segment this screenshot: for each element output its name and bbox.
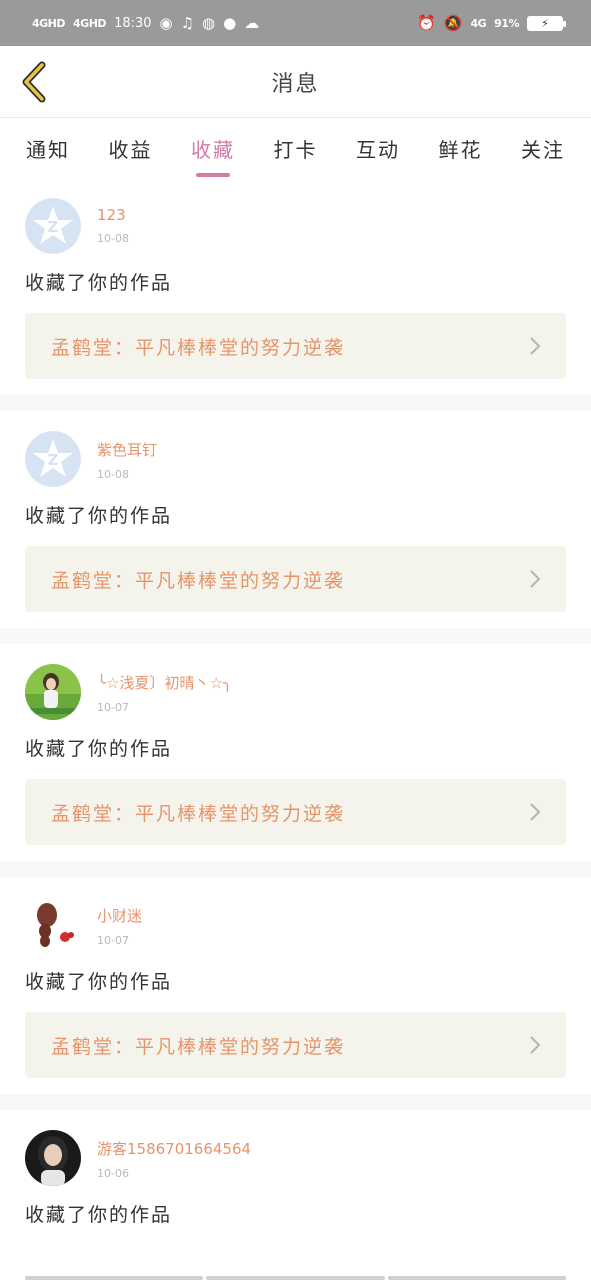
chevron-right-icon bbox=[530, 570, 541, 588]
braid-photo-avatar-icon bbox=[25, 897, 81, 953]
notification-item: Z 123 10-08 收藏了你的作品 孟鹤堂：平凡棒棒堂的努力逆袭 bbox=[0, 196, 591, 395]
network-4g-icon: 4G bbox=[470, 16, 487, 30]
tab-notice[interactable]: 通知 bbox=[26, 126, 70, 171]
bottom-work-box-edge bbox=[25, 1276, 566, 1280]
work-title: 孟鹤堂：平凡棒棒堂的努力逆袭 bbox=[51, 569, 346, 592]
username[interactable]: ╰☆浅夏〕初晴丶☆╮ bbox=[97, 672, 232, 693]
cloud-icon: ☁ bbox=[244, 14, 260, 32]
divider bbox=[0, 395, 591, 411]
action-text: 收藏了你的作品 bbox=[25, 505, 173, 527]
battery-icon: ⚡ bbox=[527, 15, 566, 31]
status-bar-left: 4GHD 4GHD 18:30 ◉ ♫ ◍ ● ☁ bbox=[32, 14, 259, 32]
action-text: 收藏了你的作品 bbox=[25, 971, 173, 993]
username[interactable]: 小财迷 bbox=[97, 905, 142, 926]
default-avatar-icon: Z bbox=[25, 198, 81, 254]
notification-item: Z 紫色耳钉 10-08 收藏了你的作品 孟鹤堂：平凡棒棒堂的努力逆袭 bbox=[0, 411, 591, 628]
date: 10-08 bbox=[97, 468, 129, 481]
svg-text:Z: Z bbox=[48, 218, 59, 236]
wechat-icon: ● bbox=[223, 14, 237, 32]
page-title: 消息 bbox=[271, 71, 320, 97]
work-title: 孟鹤堂：平凡棒棒堂的努力逆袭 bbox=[51, 802, 346, 825]
divider bbox=[0, 1094, 591, 1110]
signal-2: 4GHD bbox=[73, 16, 107, 30]
signal-1: 4GHD bbox=[32, 16, 66, 30]
weibo-icon: ◍ bbox=[202, 14, 216, 32]
notification-list: Z 123 10-08 收藏了你的作品 孟鹤堂：平凡棒棒堂的努力逆袭 Z 紫色耳… bbox=[0, 178, 591, 1243]
header: 消息 bbox=[0, 46, 591, 118]
status-bar-right: ⏰ 🔕 4G 91% ⚡ bbox=[417, 14, 566, 32]
music-icon: ♫ bbox=[180, 14, 195, 32]
chevron-right-icon bbox=[530, 1036, 541, 1054]
tab-flowers[interactable]: 鲜花 bbox=[439, 126, 483, 171]
default-avatar-icon: Z bbox=[25, 431, 81, 487]
work-link[interactable]: 孟鹤堂：平凡棒棒堂的努力逆袭 bbox=[25, 779, 566, 845]
hotspot-icon: ◉ bbox=[159, 14, 173, 32]
date: 10-06 bbox=[97, 1167, 129, 1180]
tab-following[interactable]: 关注 bbox=[521, 126, 565, 171]
clock: 18:30 bbox=[114, 15, 152, 31]
svg-text:Z: Z bbox=[48, 451, 59, 469]
work-link[interactable]: 孟鹤堂：平凡棒棒堂的努力逆袭 bbox=[25, 313, 566, 379]
username[interactable]: 游客1586701664564 bbox=[97, 1138, 251, 1159]
battery-percent: 91% bbox=[494, 16, 519, 30]
date: 10-08 bbox=[97, 232, 129, 245]
tab-earnings[interactable]: 收益 bbox=[109, 126, 153, 171]
notification-item: 小财迷 10-07 收藏了你的作品 孟鹤堂：平凡棒棒堂的努力逆袭 bbox=[0, 877, 591, 1094]
notification-item: 游客1586701664564 10-06 收藏了你的作品 bbox=[0, 1110, 591, 1243]
tab-checkin[interactable]: 打卡 bbox=[274, 126, 318, 171]
chevron-right-icon bbox=[530, 337, 541, 355]
tab-bar: 通知 收益 收藏 打卡 互动 鲜花 关注 bbox=[0, 118, 591, 178]
portrait-photo-avatar-icon bbox=[25, 1130, 81, 1186]
username[interactable]: 123 bbox=[97, 206, 129, 224]
date: 10-07 bbox=[97, 701, 129, 714]
avatar[interactable] bbox=[25, 897, 81, 953]
work-link[interactable]: 孟鹤堂：平凡棒棒堂的努力逆袭 bbox=[25, 546, 566, 612]
tab-interaction[interactable]: 互动 bbox=[356, 126, 400, 171]
date: 10-07 bbox=[97, 934, 129, 947]
girl-photo-avatar-icon bbox=[25, 664, 81, 720]
divider bbox=[0, 861, 591, 877]
mute-icon: 🔕 bbox=[443, 14, 463, 32]
work-title: 孟鹤堂：平凡棒棒堂的努力逆袭 bbox=[51, 1035, 346, 1058]
notification-item: ╰☆浅夏〕初晴丶☆╮ 10-07 收藏了你的作品 孟鹤堂：平凡棒棒堂的努力逆袭 bbox=[0, 644, 591, 861]
back-button[interactable] bbox=[14, 60, 54, 104]
edge-segment bbox=[25, 1276, 204, 1280]
action-text: 收藏了你的作品 bbox=[25, 1204, 173, 1226]
chevron-right-icon bbox=[530, 803, 541, 821]
divider bbox=[0, 628, 591, 644]
work-link[interactable]: 孟鹤堂：平凡棒棒堂的努力逆袭 bbox=[25, 1012, 566, 1078]
status-bar: 4GHD 4GHD 18:30 ◉ ♫ ◍ ● ☁ ⏰ 🔕 4G 91% ⚡ bbox=[0, 0, 591, 46]
avatar[interactable] bbox=[25, 664, 81, 720]
action-text: 收藏了你的作品 bbox=[25, 738, 173, 760]
work-title: 孟鹤堂：平凡棒棒堂的努力逆袭 bbox=[51, 336, 346, 359]
edge-segment bbox=[387, 1276, 566, 1280]
avatar[interactable]: Z bbox=[25, 431, 81, 487]
username[interactable]: 紫色耳钉 bbox=[97, 439, 157, 460]
chevron-left-icon bbox=[22, 61, 46, 103]
action-text: 收藏了你的作品 bbox=[25, 272, 173, 294]
alarm-icon: ⏰ bbox=[417, 14, 436, 32]
avatar[interactable] bbox=[25, 1130, 81, 1186]
avatar[interactable]: Z bbox=[25, 198, 81, 254]
tab-favorites[interactable]: 收藏 bbox=[191, 126, 235, 171]
edge-segment bbox=[206, 1276, 385, 1280]
